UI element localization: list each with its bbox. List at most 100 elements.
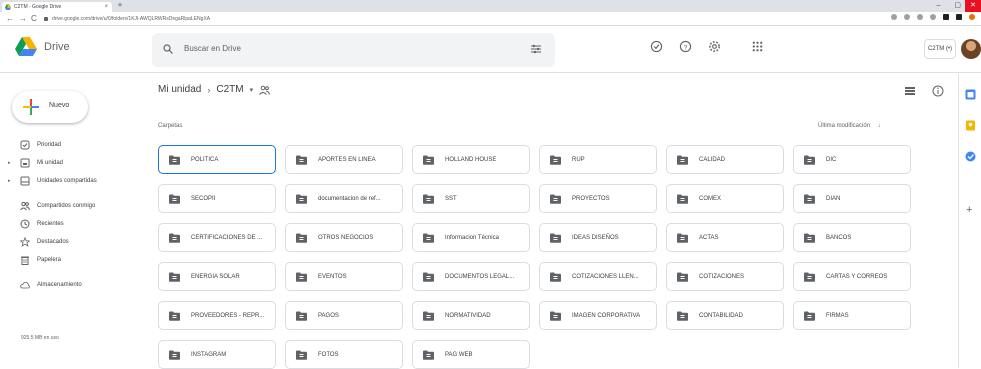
info-icon[interactable] (932, 85, 944, 97)
folder-card[interactable]: PAGOS (285, 301, 403, 330)
search-bar[interactable]: Buscar en Drive (152, 33, 555, 67)
tab-title: C2TM - Google Drive (14, 4, 62, 10)
folder-icon (804, 233, 815, 243)
folder-card[interactable]: FOTOS (285, 340, 403, 369)
folder-card[interactable]: DIC (793, 145, 911, 174)
bookmark-star-icon[interactable] (930, 14, 936, 20)
folder-card[interactable]: DOCUMENTOS LEGAL... (412, 262, 530, 291)
folder-card[interactable]: Informacion Técnica (412, 223, 530, 252)
tasks-icon[interactable] (965, 151, 976, 162)
folder-icon (169, 233, 180, 243)
sort-control[interactable]: Última modificación ↓ (818, 123, 881, 129)
folder-card[interactable]: INSTAGRAM (158, 340, 276, 369)
folder-card[interactable]: DIAN (793, 184, 911, 213)
breadcrumb-current[interactable]: C2TM (216, 84, 243, 95)
shared-folder-people-icon[interactable] (259, 85, 271, 95)
folder-card[interactable]: RUP (539, 145, 657, 174)
expand-arrow-icon[interactable]: ▸ (8, 172, 11, 190)
folder-card[interactable]: COTIZACIONES (666, 262, 784, 291)
window-close-button[interactable]: ✕ (965, 0, 981, 12)
folder-menu-caret-icon[interactable]: ▾ (250, 86, 254, 94)
folder-card[interactable]: POLITICA (158, 145, 276, 174)
folder-card[interactable]: SECOPII (158, 184, 276, 213)
folder-card[interactable]: OTROS NEGOCIOS (285, 223, 403, 252)
calendar-icon[interactable] (965, 89, 976, 100)
sort-label: Última modificación (818, 123, 871, 129)
folder-card[interactable]: COTIZACIONES LLEN... (539, 262, 657, 291)
folder-name: IMAGEN CORPORATIVA (572, 313, 641, 319)
keep-icon[interactable] (965, 120, 976, 131)
browser-tab-bar: C2TM - Google Drive × + – ▢ ✕ (0, 0, 981, 12)
folder-card[interactable]: NORMATIVIDAD (412, 301, 530, 330)
folder-card[interactable]: CERTIFICACIONES DE ... (158, 223, 276, 252)
search-input[interactable]: Buscar en Drive (184, 44, 241, 53)
apps-grid-icon[interactable] (751, 40, 764, 53)
expand-arrow-icon[interactable]: ▸ (8, 154, 11, 172)
folder-card[interactable]: CARTAS Y CORREOS (793, 262, 911, 291)
folder-card[interactable]: PAG WEB (412, 340, 530, 369)
reload-icon[interactable]: C (31, 12, 37, 26)
sidebar-item-recent[interactable]: Recientes (0, 215, 140, 233)
help-icon[interactable]: ? (679, 40, 692, 53)
address-bar[interactable]: drive.google.com/drive/u/0/folders/1KJl-… (44, 14, 914, 24)
folder-icon (169, 194, 180, 204)
extension-icon[interactable] (943, 14, 949, 20)
shared-with-me-icon (20, 201, 30, 211)
profile-icon[interactable] (969, 14, 975, 20)
sidebar-item-storage[interactable]: Almacenamiento (0, 276, 140, 294)
folder-card[interactable]: EVENTOS (285, 262, 403, 291)
folder-card[interactable]: CONTABILIDAD (666, 301, 784, 330)
folder-card[interactable]: IDEAS DISEÑOS (539, 223, 657, 252)
folder-card[interactable]: COMEX (666, 184, 784, 213)
forward-icon[interactable]: → (19, 12, 27, 26)
folder-card[interactable]: SST (412, 184, 530, 213)
folder-card[interactable]: BANCOS (793, 223, 911, 252)
folder-card[interactable]: APORTES EN LINEA (285, 145, 403, 174)
sidebar-item-my-drive[interactable]: ▸ Mi unidad (0, 154, 140, 172)
folder-card[interactable]: ENERGIA SOLAR (158, 262, 276, 291)
offline-status-icon[interactable] (650, 40, 663, 53)
sidebar-item-shared-with-me[interactable]: Compartidos conmigo (0, 197, 140, 215)
folder-card[interactable]: IMAGEN CORPORATIVA (539, 301, 657, 330)
drive-brand[interactable]: Drive (44, 41, 70, 53)
sidebar-item-label: Almacenamiento (37, 282, 82, 288)
folder-icon (296, 350, 307, 360)
folder-icon (550, 233, 561, 243)
search-options-icon[interactable] (531, 44, 541, 54)
folder-icon (296, 233, 307, 243)
minimize-button[interactable]: – (936, 0, 940, 12)
folder-card[interactable]: PROVEEDORES - REPR... (158, 301, 276, 330)
sidebar-item-shared-drives[interactable]: ▸ Unidades compartidas (0, 172, 140, 190)
folder-card[interactable]: FIRMAS (793, 301, 911, 330)
folder-name: APORTES EN LINEA (318, 157, 376, 163)
folder-card[interactable]: CALIDAD (666, 145, 784, 174)
sort-direction-icon[interactable]: ↓ (878, 123, 881, 129)
sidebar-icon[interactable] (956, 14, 962, 20)
share-icon[interactable] (891, 14, 897, 20)
folder-card[interactable]: PROYECTOS (539, 184, 657, 213)
breadcrumb-root[interactable]: Mi unidad (158, 84, 201, 95)
new-button[interactable]: Nuevo (12, 91, 88, 123)
folder-card[interactable]: HOLLAND HOUSE (412, 145, 530, 174)
avatar[interactable] (961, 39, 981, 59)
zoom-icon[interactable] (904, 14, 910, 20)
new-tab-button[interactable]: + (115, 1, 125, 11)
settings-icon[interactable] (708, 40, 721, 53)
sidebar-item-starred[interactable]: Destacados (0, 233, 140, 251)
list-view-icon[interactable] (904, 85, 916, 97)
bookmark-share-icon[interactable] (917, 14, 923, 20)
back-icon[interactable]: ← (6, 12, 14, 26)
maximize-button[interactable]: ▢ (954, 0, 961, 12)
sidebar-item-trash[interactable]: Papelera (0, 251, 140, 269)
tab-close-icon[interactable]: × (104, 2, 108, 12)
browser-tab[interactable]: C2TM - Google Drive × (2, 2, 112, 12)
drive-logo-icon[interactable] (15, 37, 37, 57)
folder-card[interactable]: ACTAS (666, 223, 784, 252)
sidebar-item-priority[interactable]: Prioridad (0, 136, 140, 154)
sidebar-item-label: Prioridad (37, 142, 62, 148)
folder-card[interactable]: documentacion de ref... (285, 184, 403, 213)
folder-icon (550, 272, 561, 282)
add-addon-button[interactable]: + (966, 204, 972, 216)
search-icon[interactable] (163, 44, 173, 54)
account-label[interactable]: C2TM (•) (924, 39, 956, 59)
